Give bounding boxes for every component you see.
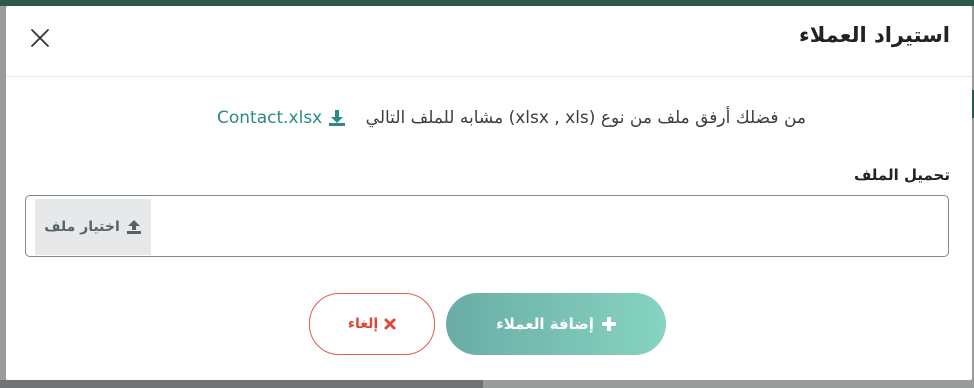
close-icon xyxy=(31,29,49,47)
choose-file-button[interactable]: اختيار ملف xyxy=(35,199,151,255)
backdrop-bottom-bar xyxy=(0,380,483,388)
download-link-label: Contact.xlsx xyxy=(217,108,323,128)
cancel-button[interactable]: إلغاء xyxy=(309,293,435,355)
modal-title: استيراد العملاء xyxy=(798,23,950,47)
times-icon xyxy=(384,318,396,330)
add-customers-label: إضافة العملاء xyxy=(496,315,594,333)
import-customers-modal: استيراد العملاء من فضلك أرفق ملف من نوع … xyxy=(6,6,972,380)
choose-file-label: اختيار ملف xyxy=(44,219,120,235)
import-hint: من فضلك أرفق ملف من نوع (xlsx , xls) مشا… xyxy=(217,108,806,128)
plus-icon xyxy=(601,317,616,331)
download-icon xyxy=(329,110,346,126)
download-template-link[interactable]: Contact.xlsx xyxy=(217,108,346,128)
cancel-label: إلغاء xyxy=(347,316,379,332)
close-button[interactable] xyxy=(28,26,52,50)
add-customers-button[interactable]: إضافة العملاء xyxy=(446,293,666,355)
upload-field-label: تحميل الملف xyxy=(853,166,950,184)
upload-icon xyxy=(126,220,141,234)
modal-header: استيراد العملاء xyxy=(6,6,972,77)
hint-text: من فضلك أرفق ملف من نوع (xlsx , xls) مشا… xyxy=(365,108,806,128)
file-input[interactable]: اختيار ملف xyxy=(25,195,949,257)
